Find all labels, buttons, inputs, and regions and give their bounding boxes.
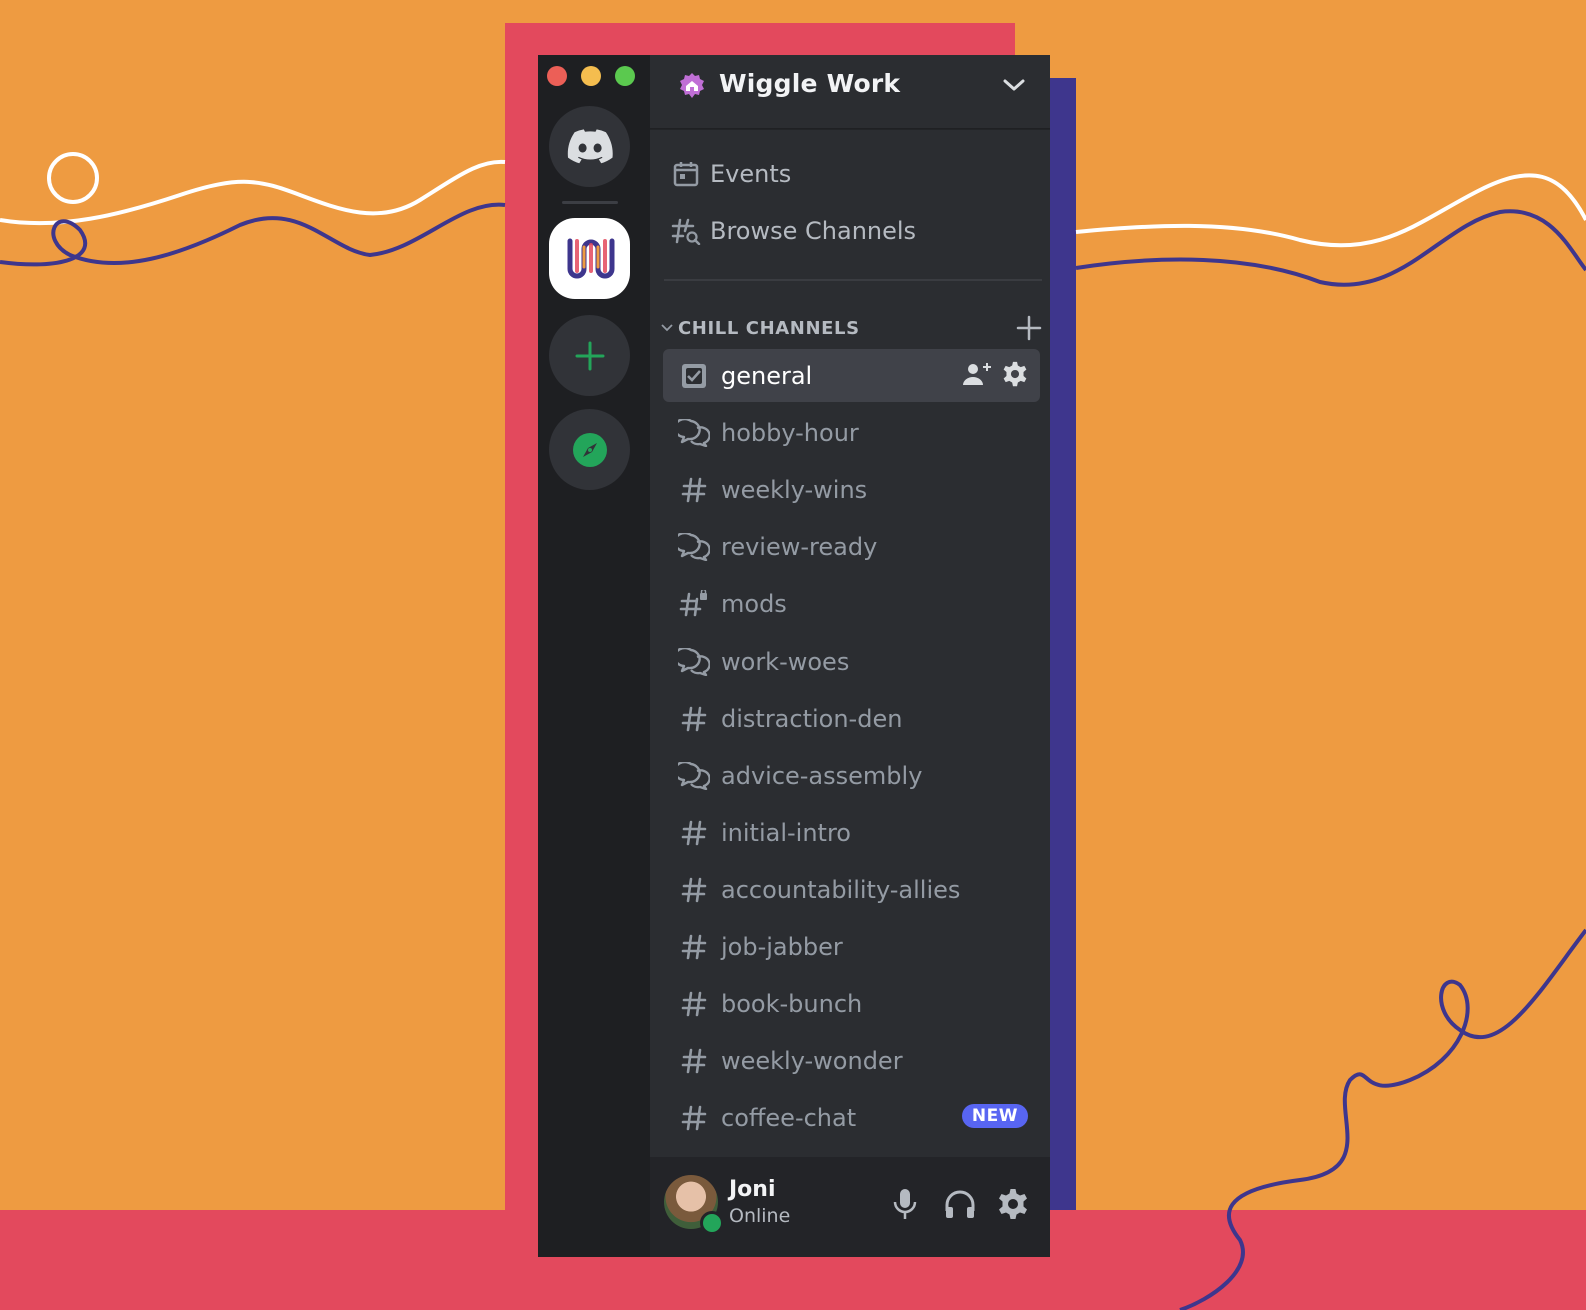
channel-initial-intro[interactable]: initial-intro: [663, 806, 1040, 859]
channel-label: weekly-wins: [721, 475, 868, 504]
chevron-down-icon: [658, 324, 676, 332]
user-settings-button[interactable]: [993, 1184, 1033, 1224]
chevron-down-icon[interactable]: [1002, 77, 1026, 93]
discord-logo-icon: [567, 128, 613, 163]
hashtag-icon: [677, 705, 711, 733]
server-rail: [538, 55, 650, 1257]
deafen-button[interactable]: [940, 1184, 980, 1224]
channel-actions: [962, 361, 1028, 387]
hashtag-icon: [677, 819, 711, 847]
channel-label: review-ready: [721, 532, 878, 561]
channel-coffee-chat[interactable]: coffee-chat NEW: [663, 1091, 1040, 1144]
browse-channels-link[interactable]: Browse Channels: [664, 206, 1044, 256]
new-badge: NEW: [961, 1104, 1028, 1128]
channel-weekly-wonder[interactable]: weekly-wonder: [663, 1034, 1040, 1087]
channel-settings-gear-icon[interactable]: [1002, 361, 1028, 387]
gear-icon: [999, 1189, 1027, 1219]
channel-accountability-allies[interactable]: accountability-allies: [663, 863, 1040, 916]
headphones-icon: [945, 1190, 975, 1218]
rules-channel-icon: [677, 362, 711, 390]
channel-hobby-hour[interactable]: hobby-hour: [663, 406, 1040, 459]
compass-icon: [572, 432, 607, 467]
minimize-window-button[interactable]: [581, 66, 601, 86]
events-label: Events: [710, 160, 792, 188]
channel-label: distraction-den: [721, 704, 903, 733]
invite-people-icon[interactable]: [962, 361, 992, 387]
hashtag-icon: [677, 1047, 711, 1075]
server-header[interactable]: Wiggle Work: [650, 55, 1050, 129]
category-chill-channels[interactable]: CHILL CHANNELS: [658, 313, 1042, 343]
hashtag-icon: [677, 990, 711, 1018]
close-window-button[interactable]: [547, 66, 567, 86]
events-link[interactable]: Events: [664, 149, 1044, 199]
channel-label: book-bunch: [721, 989, 863, 1018]
create-channel-plus-icon[interactable]: [1016, 315, 1042, 341]
hashtag-icon: [677, 933, 711, 961]
channel-general[interactable]: general: [663, 349, 1040, 402]
forum-icon: [677, 418, 711, 447]
channel-book-bunch[interactable]: book-bunch: [663, 977, 1040, 1030]
category-label: CHILL CHANNELS: [678, 317, 860, 339]
channel-label: advice-assembly: [721, 761, 923, 790]
plus-icon: [575, 341, 604, 370]
browse-channels-icon: [664, 217, 708, 245]
server-name: Wiggle Work: [719, 69, 901, 98]
rail-separator: [562, 201, 618, 204]
maximize-window-button[interactable]: [615, 66, 635, 86]
channel-work-woes[interactable]: work-woes: [663, 635, 1040, 688]
mute-button[interactable]: [885, 1184, 925, 1224]
channel-weekly-wins[interactable]: weekly-wins: [663, 463, 1040, 516]
channel-label: accountability-allies: [721, 875, 961, 904]
channel-label: weekly-wonder: [721, 1046, 903, 1075]
channel-label: coffee-chat: [721, 1103, 857, 1132]
hashtag-icon: [677, 476, 711, 504]
hashtag-icon: [677, 876, 711, 904]
section-divider: [664, 279, 1042, 281]
channel-panel: Wiggle Work Events Browse Channels CHILL…: [650, 55, 1050, 1257]
channel-distraction-den[interactable]: distraction-den: [663, 692, 1040, 745]
add-server-button[interactable]: [549, 315, 630, 396]
channel-job-jabber[interactable]: job-jabber: [663, 920, 1040, 973]
user-panel: Joni Online: [650, 1157, 1050, 1257]
channel-label: hobby-hour: [721, 418, 859, 447]
microphone-icon: [893, 1189, 917, 1219]
locked-hashtag-icon: [677, 589, 711, 618]
home-button[interactable]: [549, 106, 630, 187]
online-status-indicator: [700, 1211, 724, 1235]
explore-servers-button[interactable]: [549, 409, 630, 490]
forum-icon: [677, 532, 711, 561]
channel-label: work-woes: [721, 647, 850, 676]
server-icon-wiggle-work[interactable]: [549, 218, 630, 299]
username: Joni: [729, 1177, 776, 1202]
server-boost-badge-icon: [680, 73, 704, 98]
discord-window: Wiggle Work Events Browse Channels CHILL…: [538, 55, 1050, 1257]
channel-review-ready[interactable]: review-ready: [663, 520, 1040, 573]
channel-mods[interactable]: mods: [663, 577, 1040, 630]
channel-advice-assembly[interactable]: advice-assembly: [663, 749, 1040, 802]
channel-label: general: [721, 361, 813, 390]
channel-label: job-jabber: [721, 932, 843, 961]
browse-channels-label: Browse Channels: [710, 217, 917, 245]
hashtag-icon: [677, 1104, 711, 1132]
channel-label: initial-intro: [721, 818, 851, 847]
channel-label: mods: [721, 589, 787, 618]
wiggle-work-logo-icon: [567, 238, 614, 278]
forum-icon: [677, 647, 711, 676]
forum-icon: [677, 761, 711, 790]
user-status-text: Online: [729, 1205, 791, 1227]
calendar-icon: [664, 160, 708, 188]
